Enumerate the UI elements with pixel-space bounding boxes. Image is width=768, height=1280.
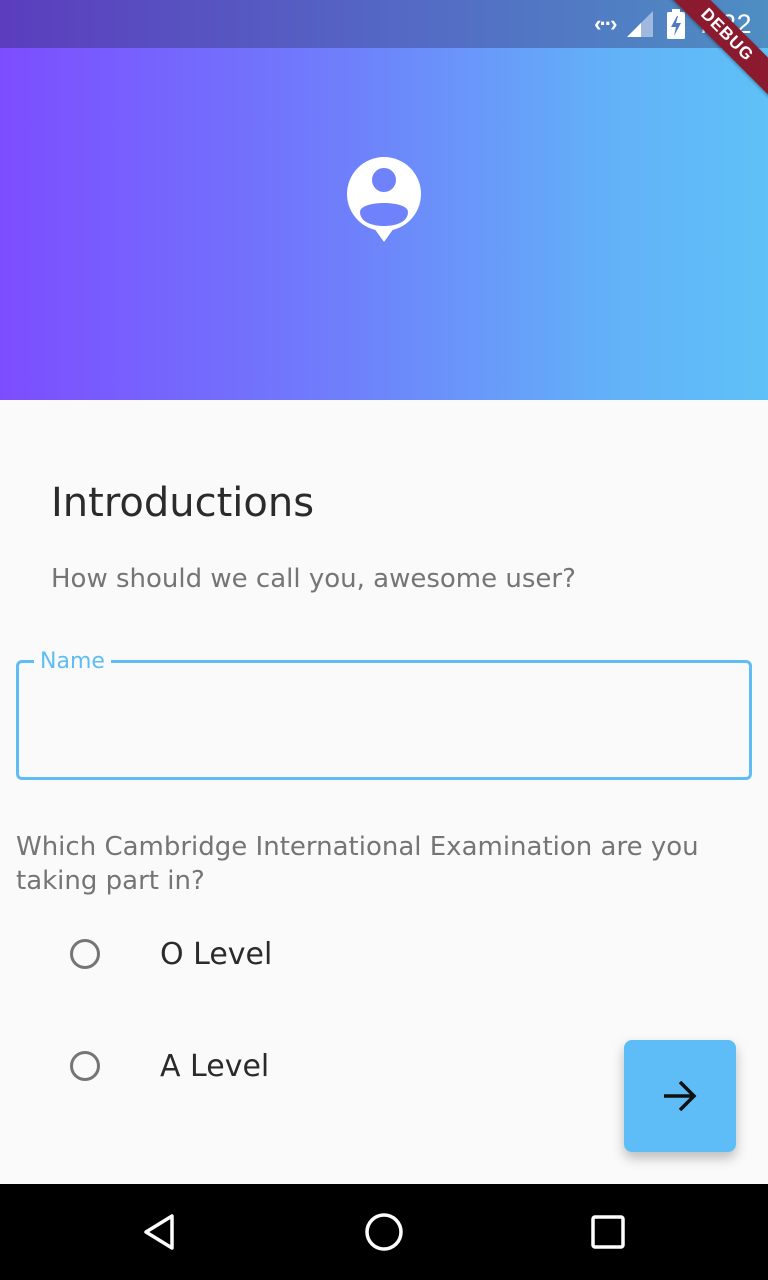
home-icon[interactable] — [360, 1208, 408, 1256]
back-icon[interactable] — [136, 1208, 184, 1256]
exam-question: Which Cambridge International Examinatio… — [16, 832, 699, 896]
radio-option-o-level[interactable]: O Level — [60, 924, 460, 984]
header-banner: ‹··› 7:22 — [0, 0, 768, 400]
cell-signal-icon — [627, 11, 654, 37]
page-subtitle: How should we call you, awesome user? — [51, 564, 576, 594]
nav-bar — [0, 1184, 768, 1280]
next-button[interactable] — [624, 1040, 736, 1152]
radio-option-a-level[interactable]: A Level — [60, 1036, 460, 1096]
data-transfer-icon: ‹··› — [594, 11, 617, 36]
radio-label: A Level — [160, 1048, 270, 1084]
account-pin-icon — [347, 157, 421, 242]
radio-button[interactable] — [70, 939, 100, 969]
radio-button[interactable] — [70, 1051, 100, 1081]
arrow-forward-icon — [664, 1080, 697, 1112]
status-bar: ‹··› 7:22 — [0, 0, 768, 48]
radio-label: O Level — [160, 936, 273, 972]
name-input[interactable] — [40, 700, 724, 752]
name-field-label: Name — [34, 649, 111, 674]
recents-icon[interactable] — [584, 1208, 632, 1256]
screen: ‹··› 7:22 DEBUG Introductions How shoul — [0, 0, 768, 1280]
battery-charging-icon — [667, 9, 686, 39]
page-title: Introductions — [51, 480, 315, 526]
